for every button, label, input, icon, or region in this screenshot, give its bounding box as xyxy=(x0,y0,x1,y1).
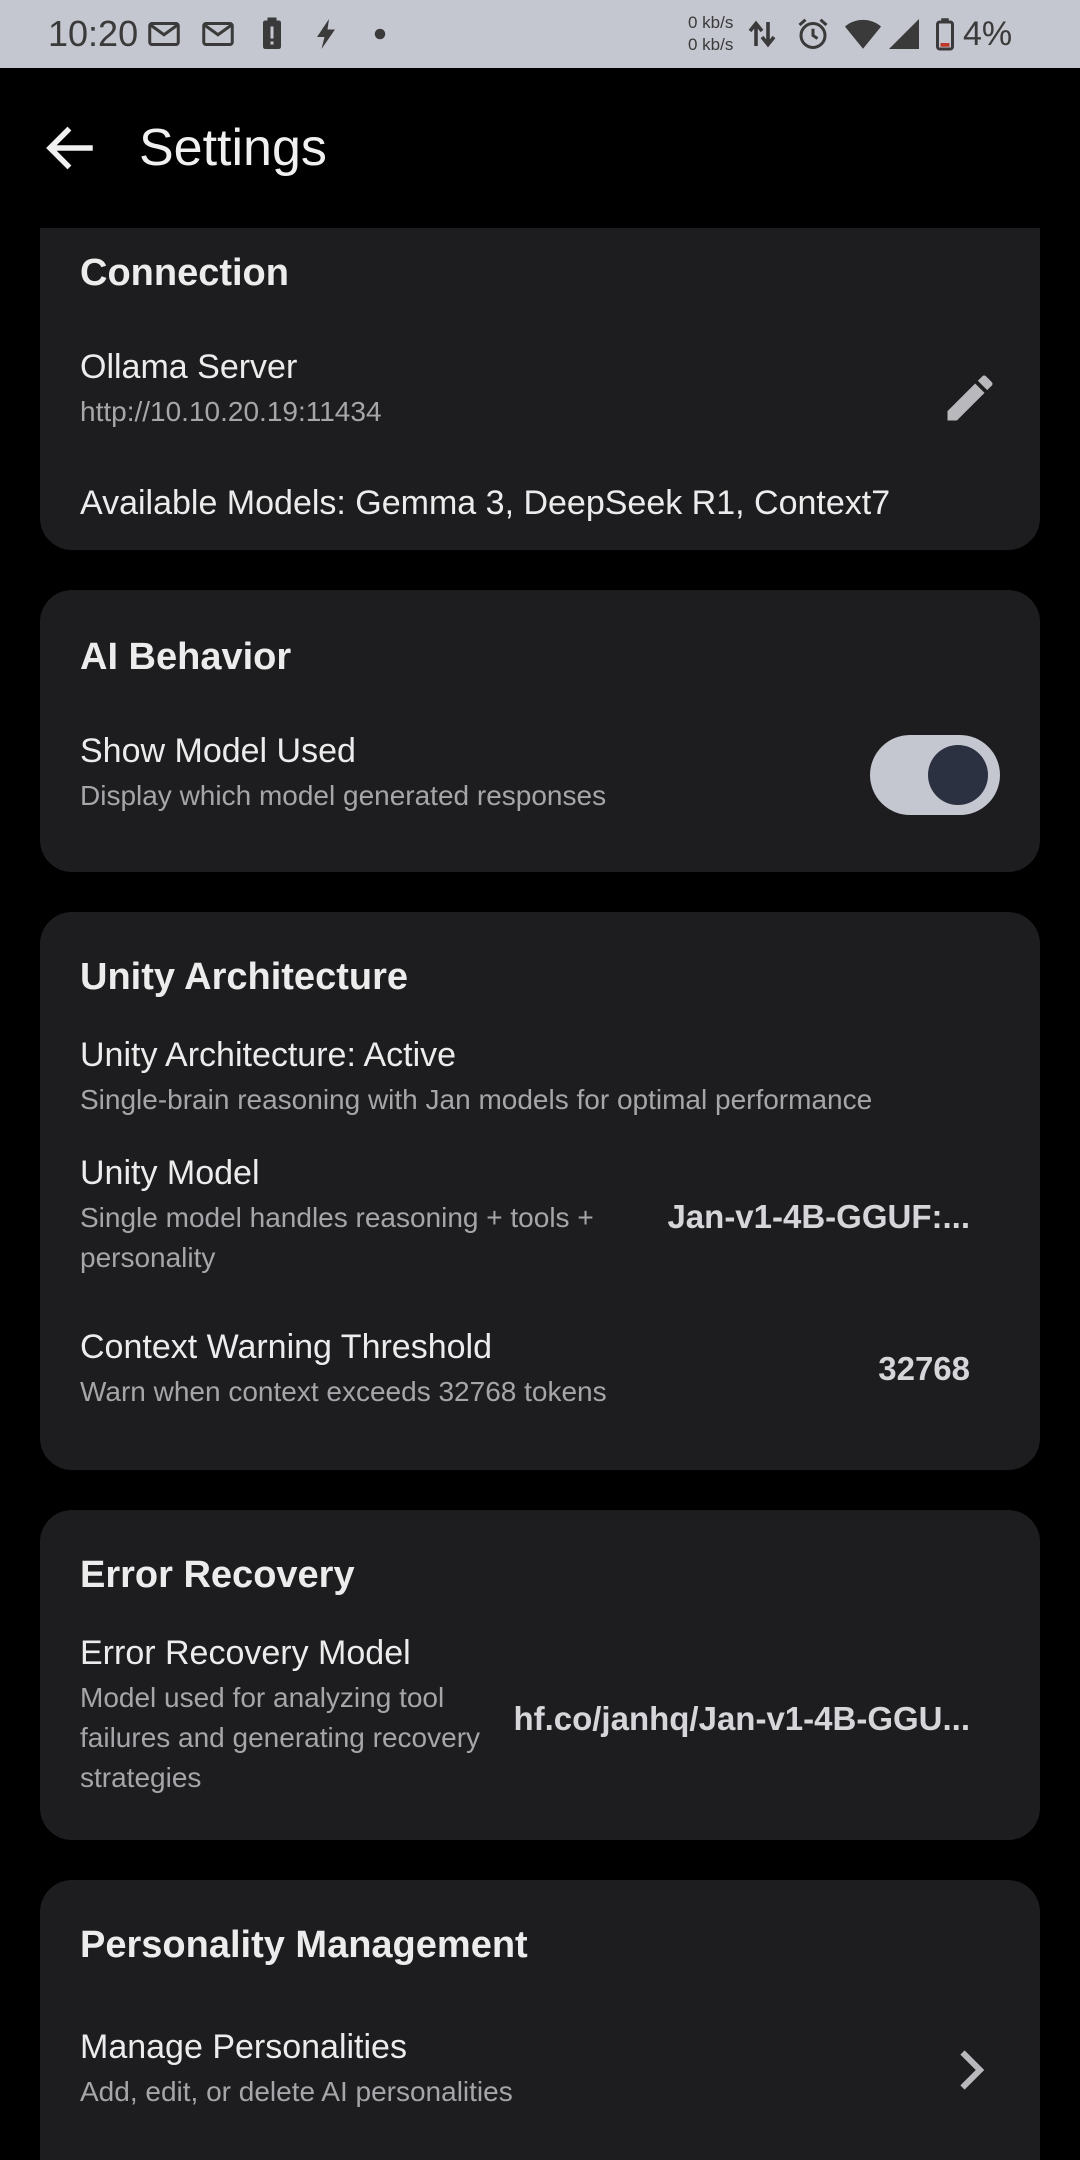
ai-behavior-card: AI Behavior Show Model Used Display whic… xyxy=(40,590,1040,872)
section-title-connection: Connection xyxy=(80,252,289,294)
page-title: Settings xyxy=(139,119,327,177)
error-recovery-model-value: hf.co/janhq/Jan-v1-4B-GGU... xyxy=(513,1700,970,1737)
unity-model-desc: Single model handles reasoning + tools +… xyxy=(80,1202,594,1273)
network-up: 0 kb/s xyxy=(688,13,734,32)
ollama-server-label: Ollama Server xyxy=(80,348,298,386)
network-down: 0 kb/s xyxy=(688,35,734,54)
section-title-personality-management: Personality Management xyxy=(80,1924,528,1966)
chevron-right-icon[interactable] xyxy=(940,2040,1000,2100)
error-recovery-model-desc: Model used for analyzing tool failures a… xyxy=(80,1682,481,1793)
battery-alert-icon xyxy=(263,17,281,49)
arrow-back-icon[interactable] xyxy=(40,118,100,178)
context-warning-value: 32768 xyxy=(878,1350,970,1387)
error-recovery-model-label: Error Recovery Model xyxy=(80,1634,411,1672)
section-title-ai-behavior: AI Behavior xyxy=(80,636,292,678)
unity-architecture-card: Unity Architecture Unity Architecture: A… xyxy=(40,912,1040,1470)
pencil-icon[interactable] xyxy=(940,368,1000,428)
section-title-unity-architecture: Unity Architecture xyxy=(80,956,408,998)
unity-status-label: Unity Architecture: Active xyxy=(80,1036,457,1074)
manage-personalities-label: Manage Personalities xyxy=(80,2028,407,2066)
app-bar: Settings xyxy=(0,68,1080,228)
connection-card: Connection Ollama Server http://10.10.20… xyxy=(40,228,1040,550)
network-speed: 0 kb/s 0 kb/s xyxy=(688,12,733,56)
context-warning-label: Context Warning Threshold xyxy=(80,1328,492,1366)
personality-management-card: Personality Management Manage Personalit… xyxy=(40,1880,1040,2160)
available-models-text: Available Models: Gemma 3, DeepSeek R1, … xyxy=(80,484,891,522)
section-title-error-recovery: Error Recovery xyxy=(80,1554,355,1596)
wifi-icon xyxy=(845,19,881,49)
unity-model-value: Jan-v1-4B-GGUF:... xyxy=(667,1198,970,1235)
data-arrows-icon xyxy=(748,20,776,48)
status-bar: 10:20 0 kb/s 0 kb/s 4% xyxy=(0,0,1080,68)
alarm-icon xyxy=(798,18,828,49)
context-warning-desc: Warn when context exceeds 32768 tokens xyxy=(80,1376,607,1407)
show-model-used-label: Show Model Used xyxy=(80,732,356,770)
signal-icon xyxy=(889,19,919,49)
show-model-used-desc: Display which model generated responses xyxy=(80,780,607,811)
battery-percent: 4% xyxy=(963,15,1013,53)
unity-model-label: Unity Model xyxy=(80,1154,260,1192)
unity-status-desc: Single-brain reasoning with Jan models f… xyxy=(80,1084,873,1115)
ollama-server-url: http://10.10.20.19:11434 xyxy=(80,396,382,427)
mail-icon xyxy=(148,22,180,46)
settings-list[interactable]: Connection Ollama Server http://10.10.20… xyxy=(0,228,1080,2160)
battery-icon xyxy=(936,18,954,51)
show-model-used-toggle[interactable] xyxy=(870,735,1000,815)
manage-personalities-desc: Add, edit, or delete AI personalities xyxy=(80,2076,513,2107)
mail-icon xyxy=(202,22,234,46)
flash-icon xyxy=(317,19,335,49)
status-time: 10:20 xyxy=(48,13,139,54)
dot-icon xyxy=(374,28,386,40)
error-recovery-card: Error Recovery Error Recovery Model Mode… xyxy=(40,1510,1040,1840)
toggle-knob xyxy=(928,745,988,805)
